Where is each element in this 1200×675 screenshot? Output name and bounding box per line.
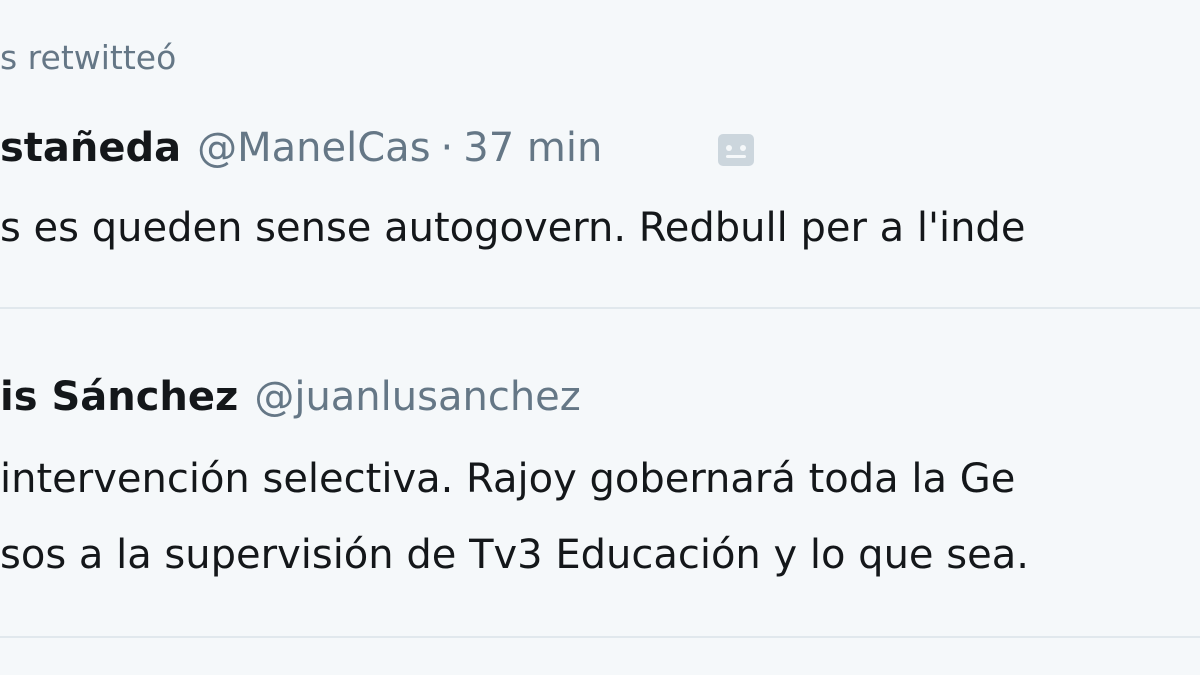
tweet-1-header: stañeda @ManelCas · 37 min	[0, 124, 602, 172]
tweet-1-separator: ·	[440, 125, 454, 171]
tweet-1-author-handle[interactable]: @ManelCas	[197, 125, 430, 171]
retweet-context: s retwitteó	[0, 38, 177, 77]
tweet-2-text-line-2: sos a la supervisión de Tv3 Educación y …	[0, 532, 1029, 578]
tweet-2-header: is Sánchez @juanlusanchez	[0, 373, 581, 421]
tweet-divider	[0, 636, 1200, 638]
tweet-2-text-line-1: intervención selectiva. Rajoy gobernará …	[0, 456, 1016, 502]
tweet-divider	[0, 307, 1200, 309]
tweet-1-author-name[interactable]: stañeda	[0, 125, 181, 171]
tweet-1-text: s es queden sense autogovern. Redbull pe…	[0, 205, 1026, 251]
message-icon[interactable]	[714, 128, 758, 172]
tweet-2-author-name[interactable]: is Sánchez	[0, 374, 238, 420]
tweet-1-timestamp[interactable]: 37 min	[463, 125, 602, 171]
tweet-2-author-handle[interactable]: @juanlusanchez	[254, 374, 580, 420]
